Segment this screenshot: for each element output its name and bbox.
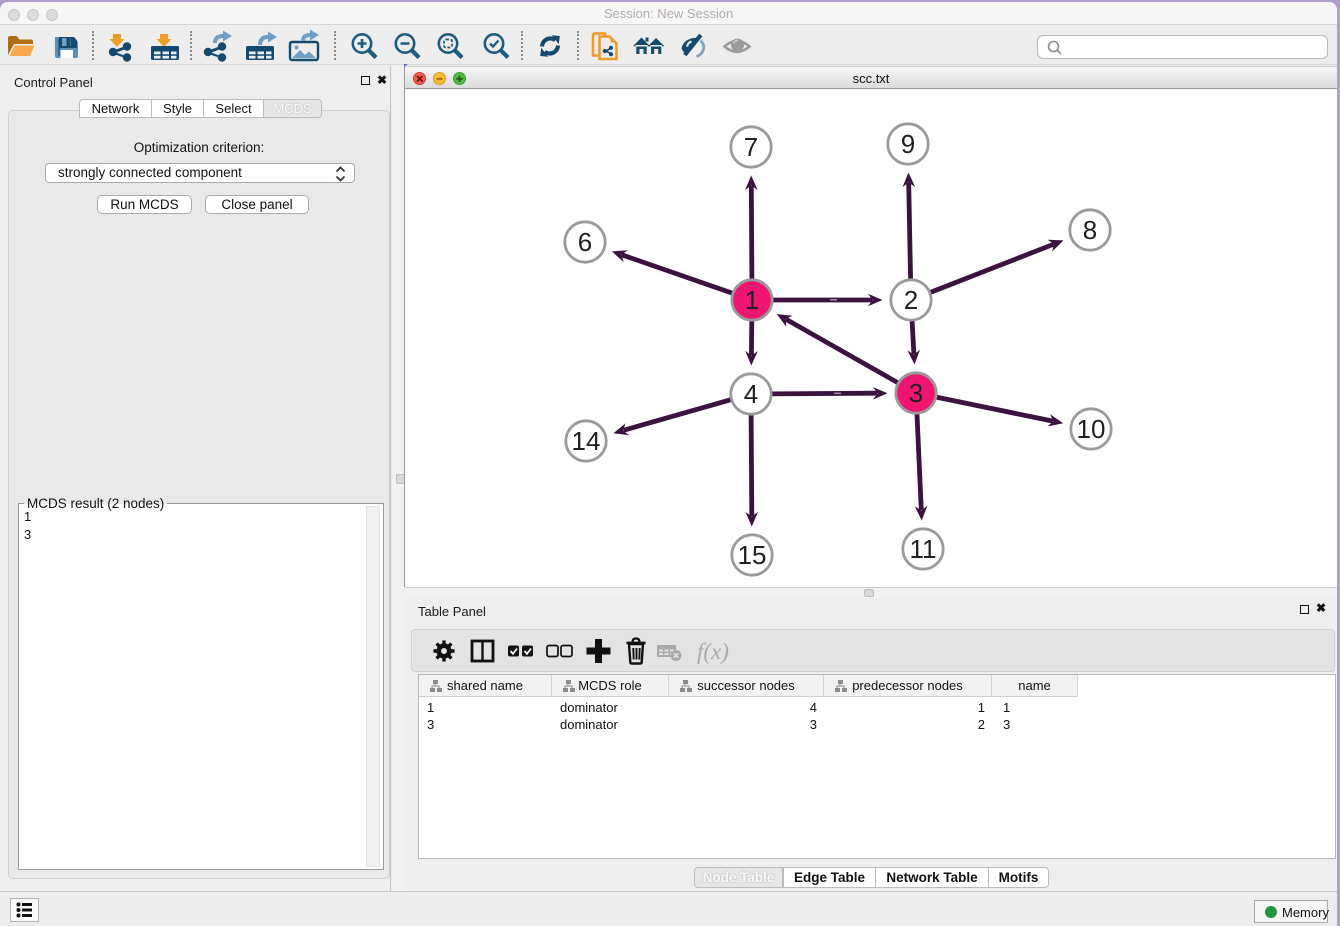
svg-text:4: 4 bbox=[744, 379, 758, 409]
svg-text:15: 15 bbox=[738, 540, 767, 570]
svg-text:6: 6 bbox=[578, 227, 592, 257]
svg-text:7: 7 bbox=[744, 132, 758, 162]
svg-text:2: 2 bbox=[904, 285, 918, 315]
svg-text:8: 8 bbox=[1083, 215, 1097, 245]
svg-text:14: 14 bbox=[572, 426, 601, 456]
svg-text:3: 3 bbox=[909, 378, 923, 408]
svg-text:11: 11 bbox=[910, 534, 937, 564]
svg-text:9: 9 bbox=[901, 129, 915, 159]
svg-text:1: 1 bbox=[745, 285, 759, 315]
svg-text:f(x): f(x) bbox=[697, 639, 729, 664]
svg-text:10: 10 bbox=[1077, 414, 1106, 444]
